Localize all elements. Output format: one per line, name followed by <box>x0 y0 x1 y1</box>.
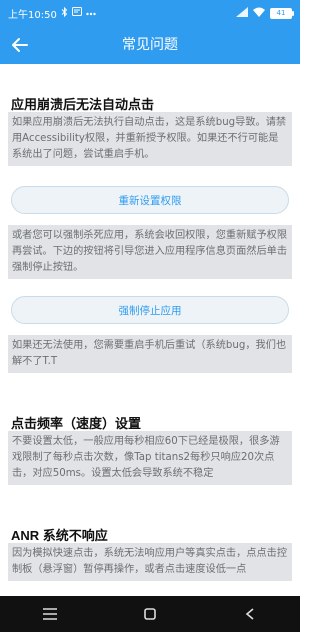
status-bar: 上午10:50 41 <box>0 0 300 26</box>
faq-heading-anr: ANR 系统不响应 <box>11 528 108 543</box>
force-stop-button[interactable]: 强制停止应用 <box>11 296 289 324</box>
app-bar: 常见问题 <box>0 26 300 64</box>
signal-icon <box>236 6 248 20</box>
faq-desc-crash: 如果应用崩溃后无法执行自动点击，这是系统bug导致。请禁用Accessibili… <box>8 112 292 166</box>
notification-icon <box>71 7 82 19</box>
faq-heading-frequency: 点击频率（速度）设置 <box>11 416 142 431</box>
faq-desc-anr: 因为模拟快速点击，系统无法响应用户等真实点击，点点击控制板（悬浮窗）暂停再操作，… <box>8 543 292 581</box>
page-title: 常见问题 <box>122 37 178 53</box>
battery-indicator: 41 <box>270 7 294 19</box>
system-nav-bar <box>0 596 300 632</box>
faq-heading-crash: 应用崩溃后无法自动点击 <box>11 97 155 112</box>
bluetooth-icon <box>61 6 68 20</box>
status-time: 上午10:50 <box>8 9 57 21</box>
faq-desc-restart: 如果还无法使用，您需要重启手机后重试（系统bug，我们也解不了T.T <box>8 335 292 373</box>
faq-content[interactable]: 应用崩溃后无法自动点击 如果应用崩溃后无法执行自动点击，这是系统bug导致。请禁… <box>0 64 300 596</box>
more-dots-icon <box>86 8 96 19</box>
back-icon[interactable] <box>240 604 260 624</box>
reset-permission-button[interactable]: 重新设置权限 <box>11 186 289 214</box>
faq-desc-frequency: 不要设置太低，一般应用每秒相应60下已经是极限，很多游戏限制了每秒点击次数，像T… <box>8 431 292 485</box>
home-icon[interactable] <box>140 604 160 624</box>
faq-desc-force-stop: 或者您可以强制杀死应用，系统会收回权限，您重新赋予权限再尝试。下边的按钮将引导您… <box>8 225 292 279</box>
wifi-icon <box>253 7 265 20</box>
menu-icon[interactable] <box>40 604 60 624</box>
